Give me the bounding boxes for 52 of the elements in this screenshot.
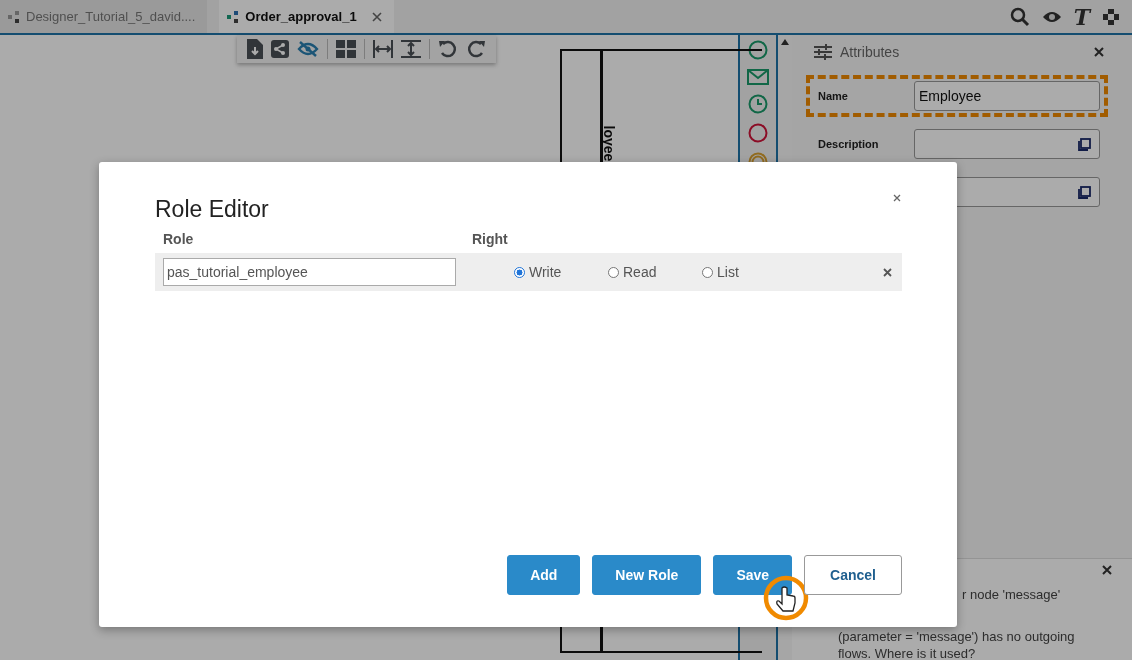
search-icon[interactable]: [1009, 6, 1030, 27]
radio-button[interactable]: [608, 266, 619, 278]
dialog-title: Role Editor: [155, 196, 269, 223]
share-icon[interactable]: [271, 40, 289, 58]
field-label: Description: [818, 138, 880, 150]
redo-icon[interactable]: [466, 39, 486, 59]
lane-label: loyee: [600, 125, 618, 162]
diagram-icon: [227, 10, 240, 23]
message-text: (parameter = 'message') has no outgoing: [838, 629, 1076, 644]
diagram-icon: [8, 10, 20, 23]
text-format-glyph[interactable]: T: [1073, 3, 1090, 30]
dialog-button[interactable]: Save: [713, 555, 793, 595]
grid-icon[interactable]: [336, 40, 356, 58]
message-text: r node 'message': [961, 587, 1061, 602]
dialog-button[interactable]: Cancel: [804, 555, 902, 595]
eye-slash-icon[interactable]: [297, 41, 319, 57]
input-field[interactable]: Employee: [914, 81, 1100, 111]
delete-icon[interactable]: [883, 267, 892, 277]
start-event-icon[interactable]: [748, 40, 768, 60]
column-header: Role: [163, 231, 195, 249]
radio-button[interactable]: [514, 266, 525, 278]
dialog-button[interactable]: New Role: [592, 555, 702, 595]
close-icon[interactable]: [893, 194, 901, 202]
fit-width-icon[interactable]: [373, 40, 393, 58]
editor-tab[interactable]: Order_approval_1: [219, 0, 395, 33]
field-label: Name: [818, 90, 849, 102]
popout-icon[interactable]: [1078, 137, 1091, 151]
fit-height-icon[interactable]: [401, 40, 421, 58]
puzzle-icon[interactable]: [1102, 7, 1120, 26]
file-download-icon[interactable]: [247, 39, 263, 59]
close-icon[interactable]: [1102, 565, 1112, 575]
panel-title: Attributes: [840, 44, 900, 60]
close-icon[interactable]: [1094, 47, 1104, 57]
field-value: Employee: [919, 88, 982, 104]
undo-icon[interactable]: [438, 39, 458, 59]
role-input[interactable]: pas_tutorial_employee: [163, 258, 456, 286]
right-radio[interactable]: Write: [514, 264, 608, 280]
popout-icon[interactable]: [1078, 185, 1091, 199]
sliders-icon: [814, 44, 832, 60]
input-field[interactable]: [914, 129, 1100, 159]
clock-icon[interactable]: [748, 94, 768, 114]
message-text: flows. Where is it used?: [838, 646, 977, 660]
right-radio[interactable]: List: [702, 264, 796, 280]
dialog-button[interactable]: Add: [507, 555, 581, 595]
close-icon[interactable]: [372, 11, 383, 22]
column-header: Right: [472, 231, 508, 249]
eye-icon[interactable]: [1041, 9, 1062, 24]
envelope-icon[interactable]: [747, 69, 769, 85]
scroll-up-icon[interactable]: [781, 39, 789, 45]
right-radio[interactable]: Read: [608, 264, 702, 280]
end-event-icon[interactable]: [748, 123, 768, 143]
radio-button[interactable]: [702, 266, 713, 278]
